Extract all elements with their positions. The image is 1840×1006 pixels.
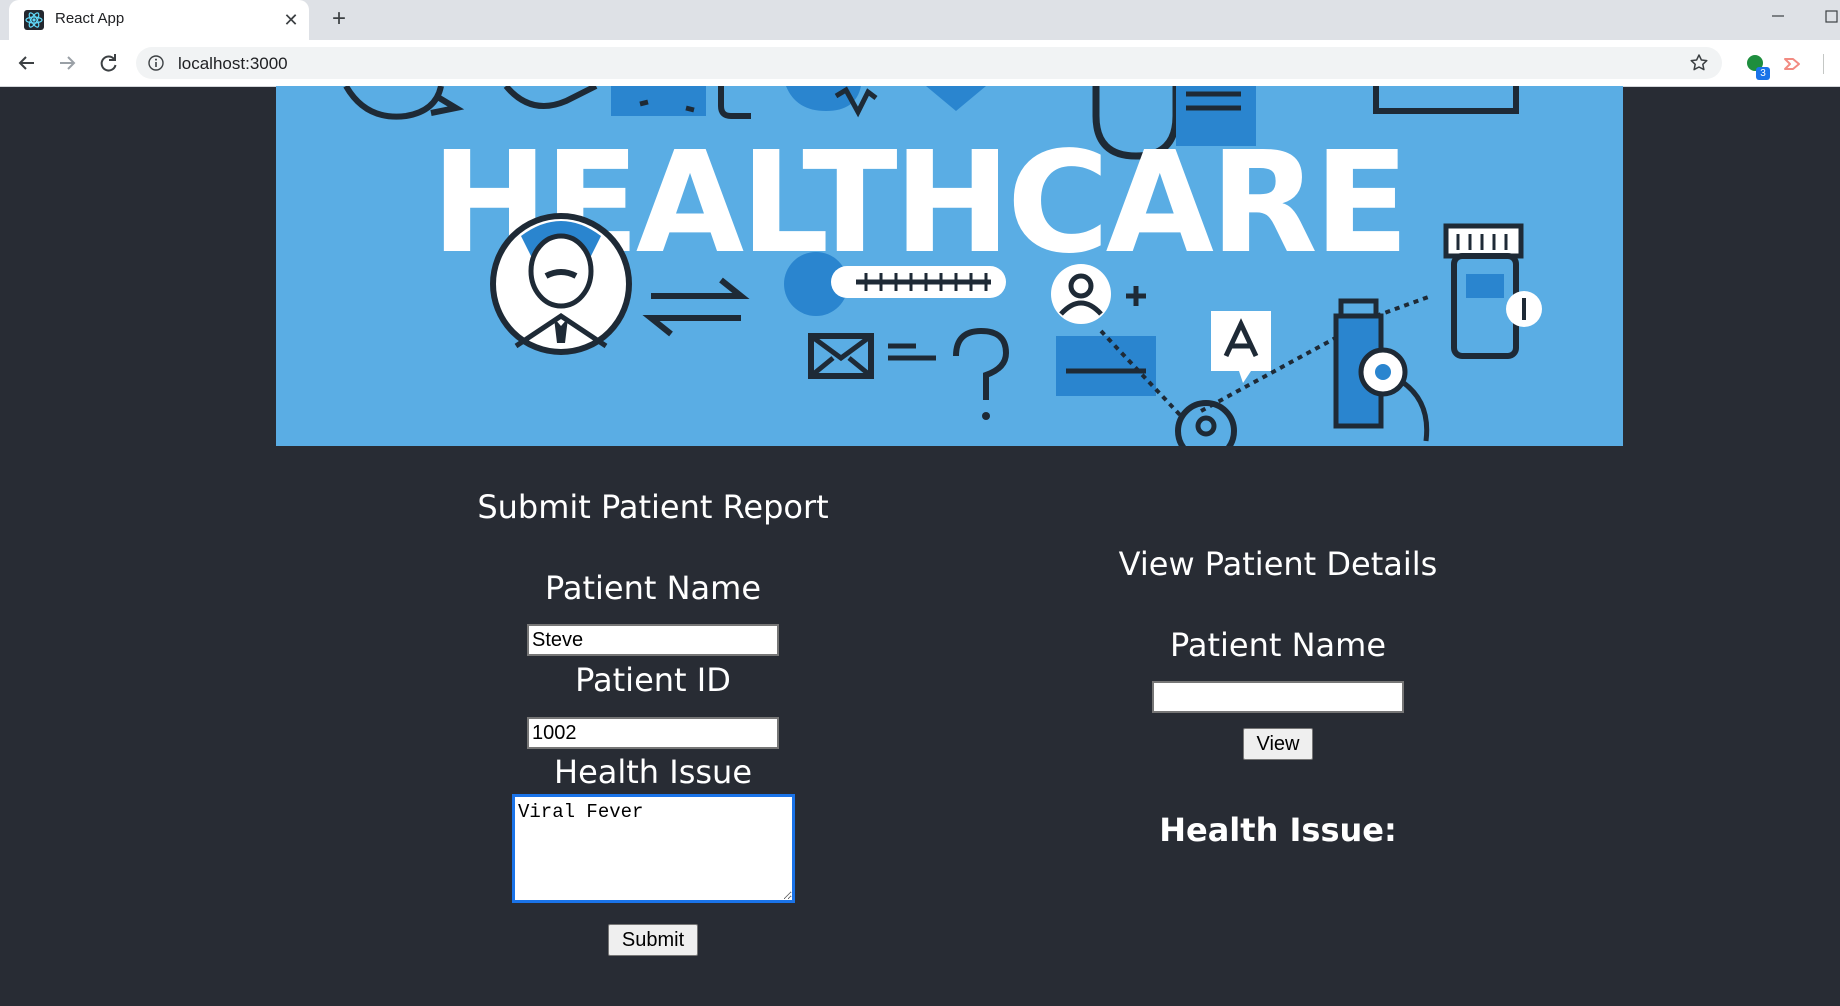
browser-tab-strip: React App ✕ + <box>0 0 1840 40</box>
submit-button[interactable]: Submit <box>608 924 698 956</box>
toolbar-divider <box>1823 54 1824 74</box>
maximize-window-icon[interactable] <box>1822 6 1840 26</box>
url-text[interactable]: localhost:3000 <box>178 54 288 74</box>
share-extension-icon[interactable] <box>1782 53 1804 75</box>
address-bar[interactable]: localhost:3000 <box>136 47 1722 79</box>
patient-name-input[interactable] <box>527 624 779 656</box>
view-details-title: View Patient Details <box>1118 545 1438 583</box>
react-logo-icon <box>24 10 44 30</box>
bookmark-star-icon[interactable] <box>1688 52 1710 74</box>
view-patient-name-label: Patient Name <box>1170 626 1386 664</box>
back-arrow-icon[interactable] <box>13 49 41 77</box>
new-tab-icon[interactable]: + <box>327 7 351 32</box>
patient-id-label: Patient ID <box>575 661 731 699</box>
browser-tab[interactable]: React App ✕ <box>9 0 309 40</box>
browser-toolbar: localhost:3000 3 <box>0 40 1840 87</box>
patient-name-label: Patient Name <box>545 569 761 607</box>
patient-id-input[interactable] <box>527 717 779 749</box>
close-tab-icon[interactable]: ✕ <box>281 10 301 30</box>
reload-icon[interactable] <box>94 49 122 77</box>
submit-report-title: Submit Patient Report <box>477 488 829 526</box>
view-patient-name-input[interactable] <box>1152 681 1404 713</box>
extension-badge: 3 <box>1756 67 1770 80</box>
site-info-icon[interactable] <box>148 55 164 71</box>
view-button[interactable]: View <box>1243 728 1313 760</box>
health-issue-label: Health Issue <box>554 753 752 791</box>
healthcare-banner: HEALTHCARE <box>276 86 1623 446</box>
minimize-window-icon[interactable] <box>1768 6 1788 26</box>
healthcare-illustration: HEALTHCARE <box>343 86 1542 446</box>
tab-title: React App <box>55 10 125 27</box>
health-issue-result-label: Health Issue: <box>1159 811 1397 849</box>
forward-arrow-icon[interactable] <box>53 49 81 77</box>
health-issue-textarea[interactable]: Viral Fever <box>512 794 795 903</box>
